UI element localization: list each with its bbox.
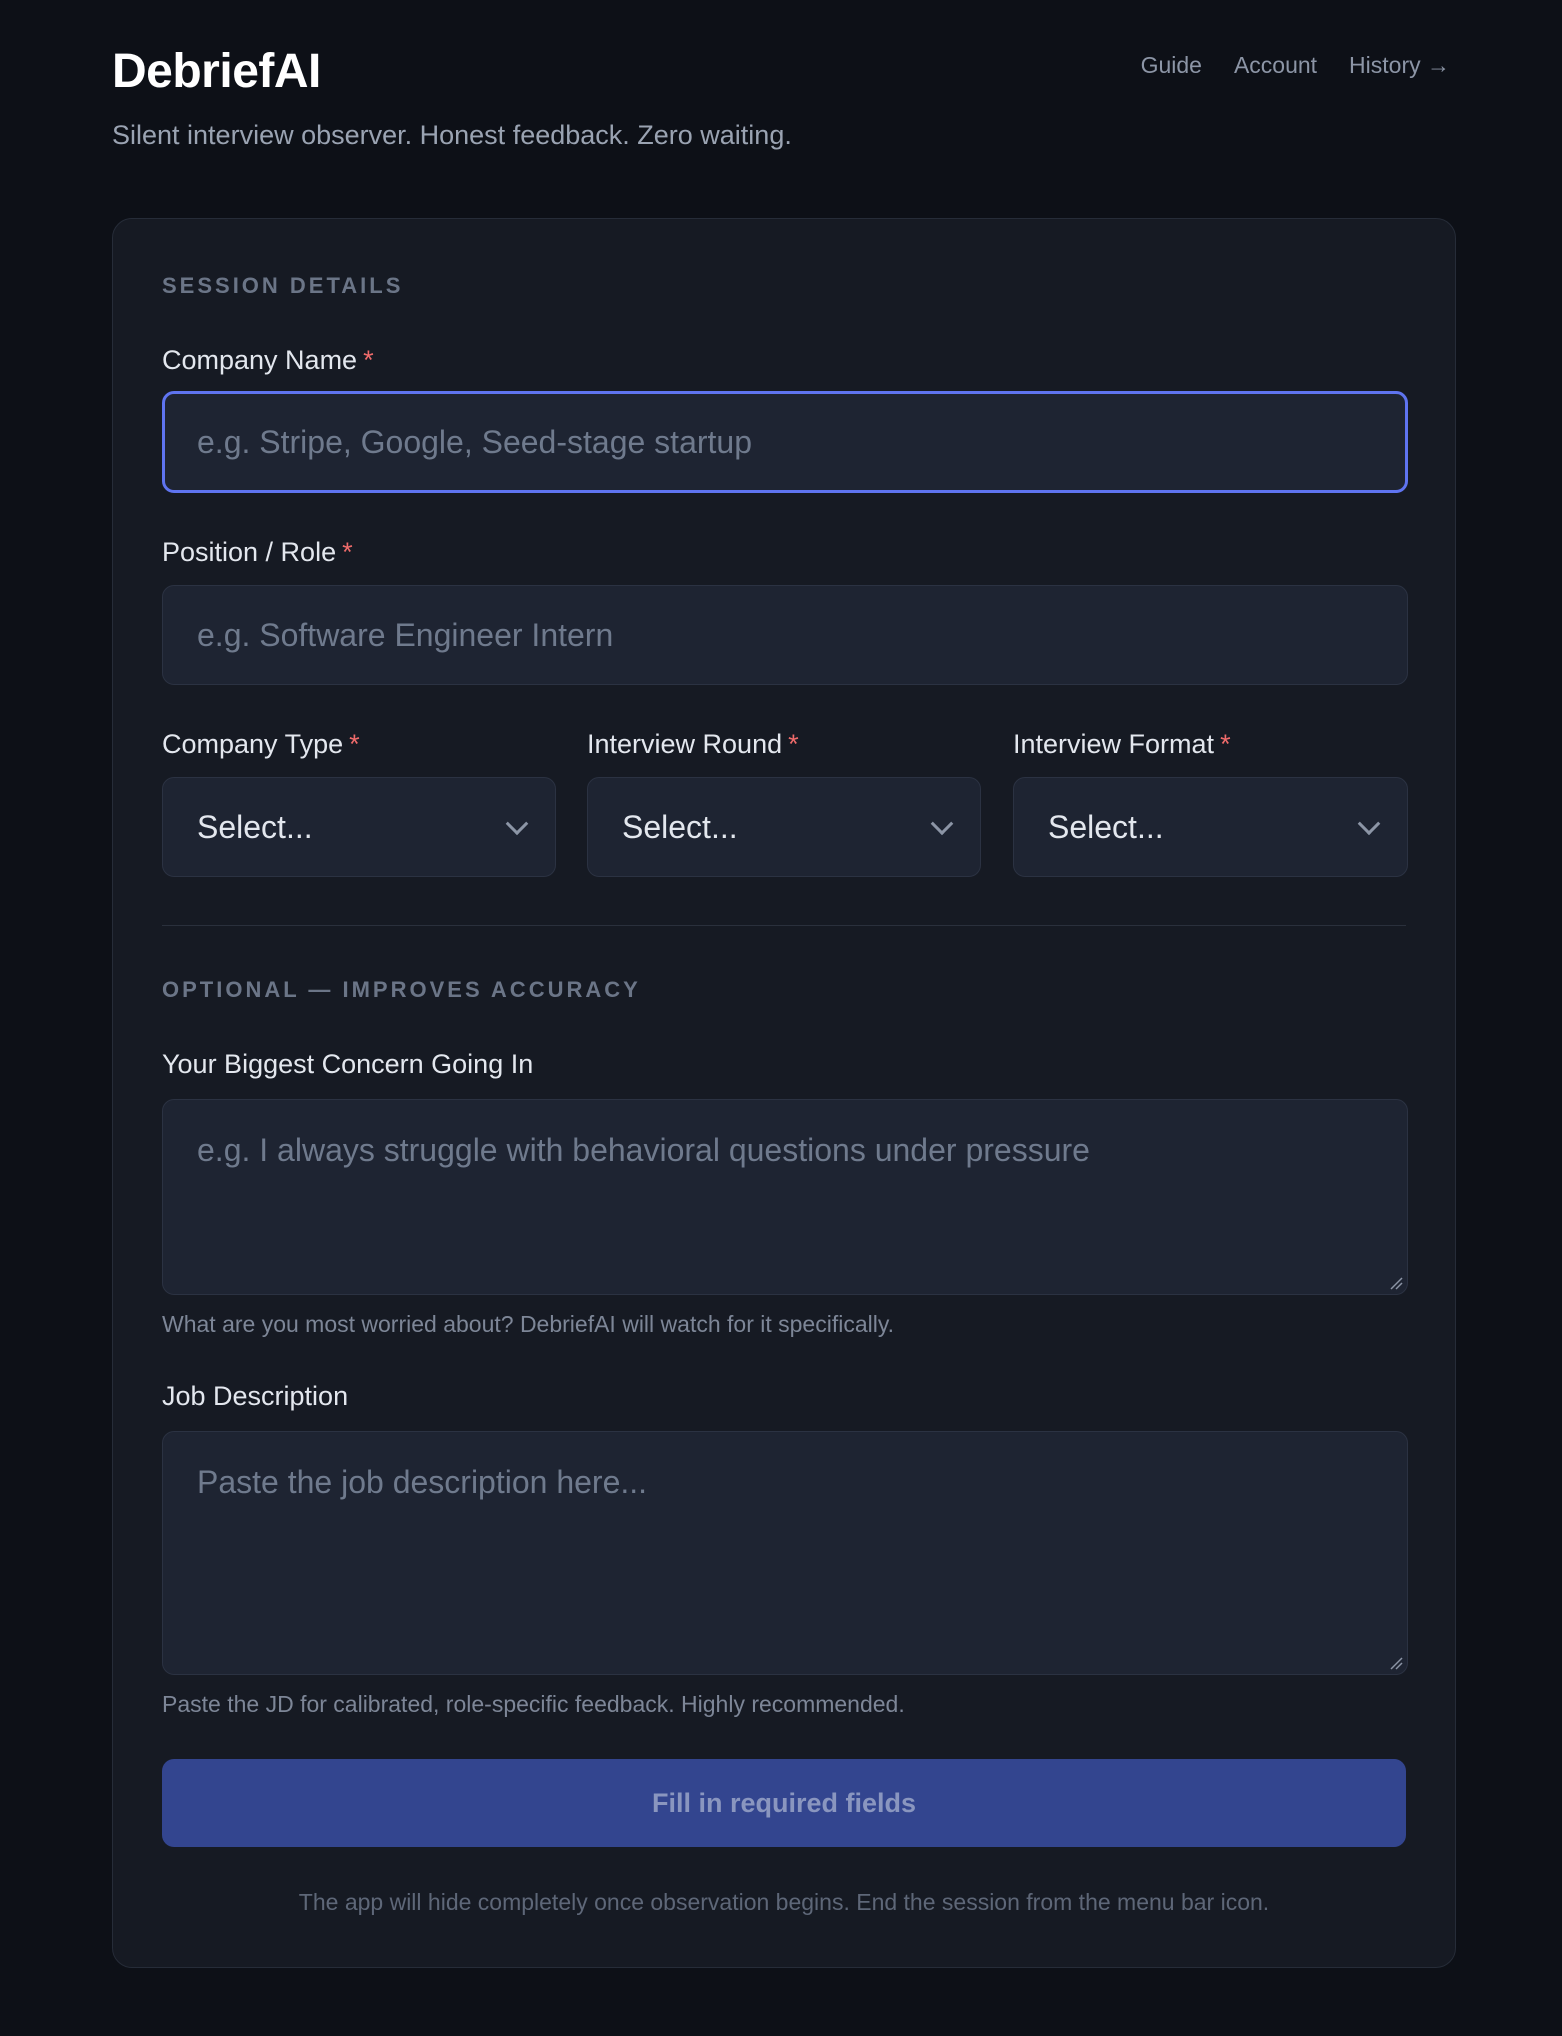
app-title: DebriefAI (112, 45, 321, 98)
nav-account-link[interactable]: Account (1234, 52, 1317, 79)
company-type-select[interactable]: Select... (162, 777, 556, 877)
interview-round-select[interactable]: Select... (587, 777, 981, 877)
required-asterisk: * (788, 729, 799, 759)
concern-placeholder: e.g. I always struggle with behavioral q… (197, 1132, 1090, 1168)
session-details-heading: SESSION DETAILS (162, 273, 404, 298)
job-description-textarea[interactable]: Paste the job description here... (162, 1431, 1408, 1675)
optional-heading: OPTIONAL — IMPROVES ACCURACY (162, 977, 641, 1002)
chevron-down-icon (930, 812, 954, 836)
footnote-text: The app will hide completely once observ… (298, 1889, 1270, 1915)
required-asterisk: * (349, 729, 360, 759)
interview-format-select[interactable]: Select... (1013, 777, 1408, 877)
required-asterisk: * (342, 537, 353, 567)
page: DebriefAI Silent interview observer. Hon… (0, 0, 1562, 2036)
interview-format-label: Interview Format * (1013, 729, 1231, 760)
section-divider (162, 925, 1406, 926)
top-nav: Guide Account History → (1141, 52, 1450, 79)
company-name-placeholder: e.g. Stripe, Google, Seed-stage startup (197, 423, 752, 460)
chevron-down-icon (1357, 812, 1381, 836)
chevron-down-icon (505, 812, 529, 836)
position-input[interactable]: e.g. Software Engineer Intern (162, 585, 1408, 685)
job-description-placeholder: Paste the job description here... (197, 1464, 648, 1500)
resize-handle-icon[interactable] (1389, 1276, 1403, 1290)
company-type-label: Company Type * (162, 729, 360, 760)
concern-label: Your Biggest Concern Going In (162, 1049, 534, 1079)
interview-format-value: Select... (1048, 808, 1164, 845)
submit-button[interactable]: Fill in required fields (162, 1759, 1406, 1847)
header: DebriefAI Silent interview observer. Hon… (112, 44, 1450, 164)
company-name-input[interactable]: e.g. Stripe, Google, Seed-stage startup (162, 391, 1408, 493)
position-label: Position / Role * (162, 537, 353, 568)
required-asterisk: * (363, 345, 374, 375)
resize-handle-icon[interactable] (1389, 1656, 1403, 1670)
job-description-hint: Paste the JD for calibrated, role-specif… (162, 1691, 905, 1717)
nav-history-link[interactable]: History → (1349, 52, 1450, 79)
concern-textarea[interactable]: e.g. I always struggle with behavioral q… (162, 1099, 1408, 1295)
company-name-label: Company Name * (162, 345, 374, 376)
company-type-value: Select... (197, 808, 313, 845)
interview-round-label-text: Interview Round (587, 729, 783, 759)
required-asterisk: * (1220, 729, 1231, 759)
session-form-card: SESSION DETAILS Company Name * e.g. Strip… (112, 218, 1456, 1968)
position-label-text: Position / Role (162, 537, 337, 567)
app-tagline: Silent interview observer. Honest feedba… (112, 120, 792, 150)
company-type-label-text: Company Type (162, 729, 344, 759)
position-placeholder: e.g. Software Engineer Intern (197, 616, 614, 653)
company-name-label-text: Company Name (162, 345, 358, 375)
interview-round-label: Interview Round * (587, 729, 799, 760)
nav-guide-link[interactable]: Guide (1141, 52, 1202, 79)
concern-hint: What are you most worried about? Debrief… (162, 1311, 895, 1337)
interview-format-label-text: Interview Format (1013, 729, 1215, 759)
job-description-label: Job Description (162, 1381, 349, 1411)
interview-round-value: Select... (622, 808, 738, 845)
